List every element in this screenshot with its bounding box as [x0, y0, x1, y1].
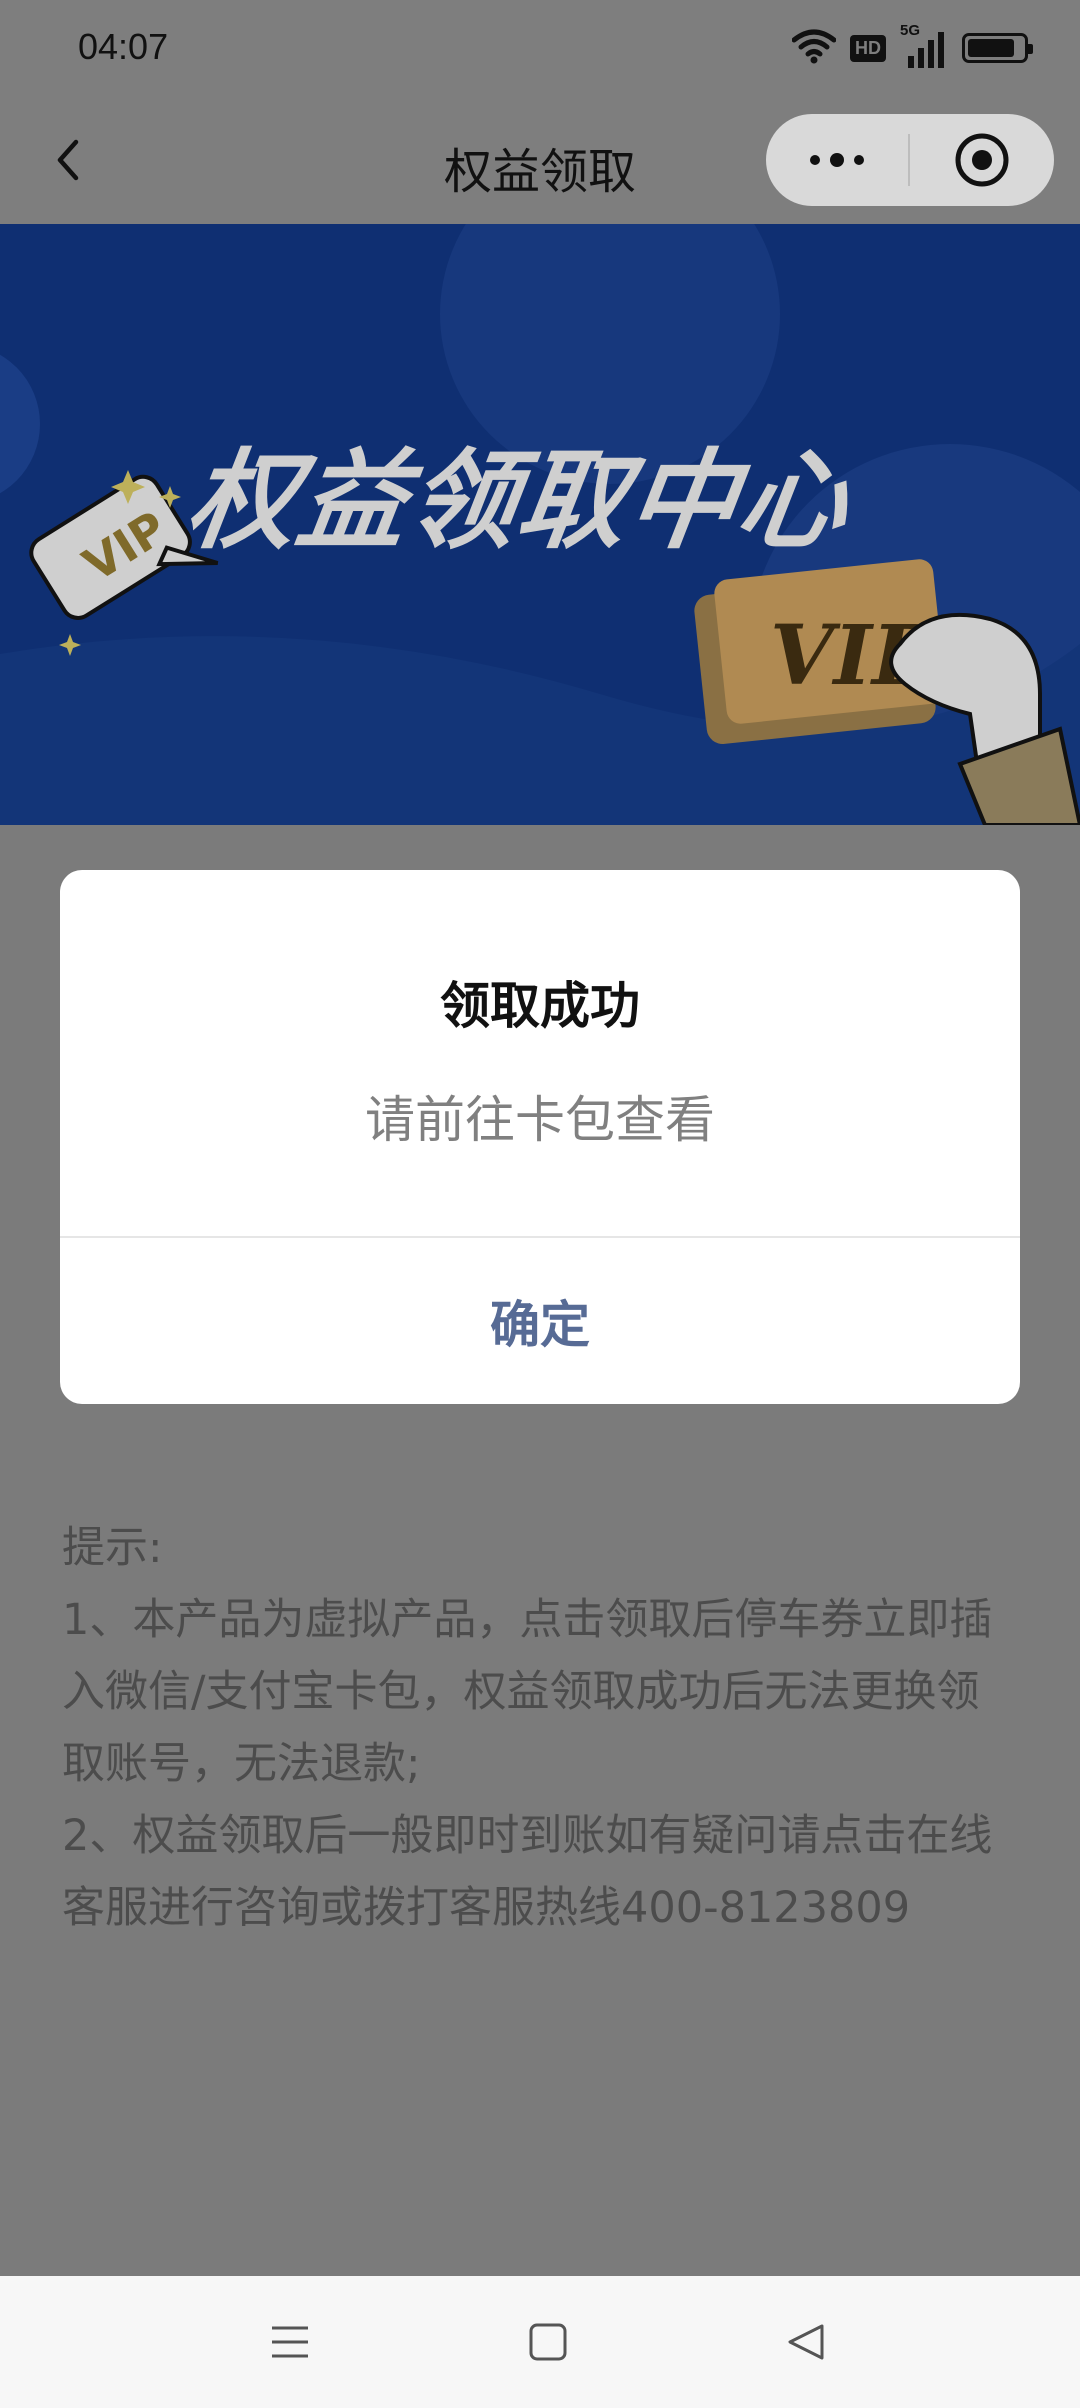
status-bar: 04:07 HD 5G: [0, 0, 1080, 96]
tips-section: 提示: 1、本产品为虚拟产品，点击领取后停车券立即插入微信/支付宝卡包，权益领取…: [62, 1512, 1012, 1944]
system-nav-bar: [0, 2276, 1080, 2408]
dot: [810, 155, 820, 165]
tips-line-1: 1、本产品为虚拟产品，点击领取后停车券立即插入微信/支付宝卡包，权益领取成功后无…: [62, 1595, 993, 1789]
modal-content: 请前往卡包查看: [365, 1091, 715, 1149]
battery-fill: [968, 39, 1014, 57]
hd-icon: HD: [850, 34, 886, 62]
wifi-icon: [791, 28, 837, 68]
success-modal: 领取成功 请前往卡包查看 确定: [60, 870, 1020, 1404]
tips-heading: 提示:: [62, 1523, 163, 1573]
menu-capsule: [766, 114, 1054, 206]
confirm-button[interactable]: 确定: [60, 1238, 1020, 1404]
home-square-icon[interactable]: [518, 2312, 578, 2372]
dot: [830, 153, 844, 167]
back-triangle-icon[interactable]: [776, 2312, 836, 2372]
nav-bar: 权益领取: [0, 96, 1080, 224]
signal-5g-icon: 5G: [900, 22, 948, 68]
status-time: 04:07: [78, 26, 169, 67]
tips-line-2: 2、权益领取后一般即时到账如有疑问请点击在线客服进行咨询或拨打客服热线400-8…: [62, 1811, 993, 1933]
modal-title: 领取成功: [440, 977, 640, 1035]
more-dots-icon[interactable]: [766, 114, 908, 206]
menu-icon[interactable]: [260, 2312, 320, 2372]
status-icons: HD 5G: [791, 22, 1033, 70]
battery-icon: [962, 33, 1033, 63]
target-circle-icon[interactable]: [910, 114, 1054, 206]
banner-title: 权益领取中心: [179, 439, 858, 564]
dot: [854, 155, 864, 165]
banner: VIP VIP 权益领取中心: [0, 224, 1080, 825]
